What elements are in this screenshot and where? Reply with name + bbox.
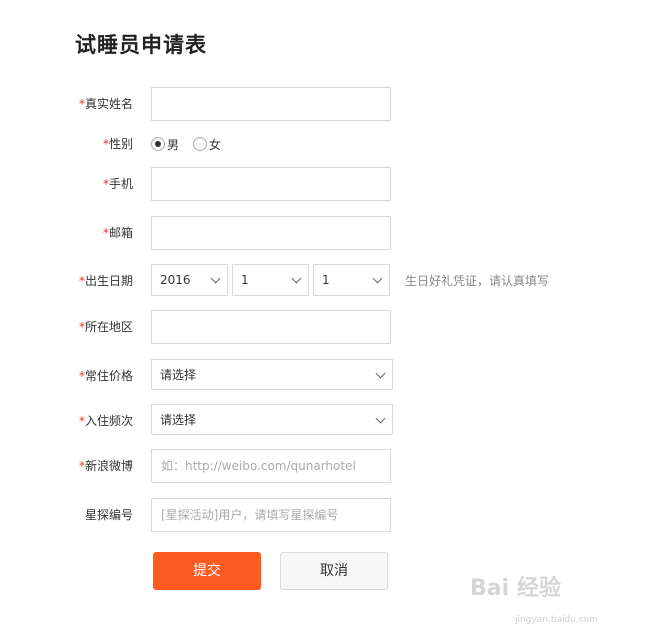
gender-radio-group: 男 女	[151, 127, 235, 161]
gender-option-male-label: 男	[167, 137, 180, 152]
weibo-row: *新浪微博 如：http://weibo.com/qunarhotel	[0, 449, 645, 483]
birthday-month-value: 1	[241, 273, 249, 287]
name-input[interactable]	[151, 87, 391, 121]
birthday-year-value: 2016	[160, 273, 191, 287]
birthday-label-text: 出生日期	[84, 274, 133, 288]
price-label: *常住价格	[79, 359, 133, 393]
gender-label-text: 性别	[108, 137, 133, 151]
phone-label: *手机	[103, 167, 133, 201]
gender-option-female-label: 女	[209, 137, 222, 152]
email-label: *邮箱	[103, 216, 133, 250]
star-id-placeholder: [星探活动]用户，请填写星探编号	[161, 508, 339, 522]
name-label: *真实姓名	[79, 87, 133, 121]
submit-button[interactable]: 提交	[153, 552, 261, 590]
radio-unchecked-icon[interactable]	[193, 137, 208, 151]
birthday-day-select[interactable]: 1	[313, 264, 390, 296]
phone-label-text: 手机	[108, 177, 133, 191]
price-select[interactable]: 请选择	[151, 359, 393, 390]
phone-row: *手机	[0, 167, 645, 201]
name-label-text: 真实姓名	[84, 97, 133, 111]
birthday-month-select[interactable]: 1	[232, 264, 309, 296]
frequency-select-value: 请选择	[160, 413, 197, 427]
chevron-down-icon	[291, 273, 302, 284]
email-row: *邮箱	[0, 216, 645, 250]
chevron-down-icon	[375, 368, 386, 379]
gender-option-male[interactable]: 男	[151, 136, 179, 153]
baidu-watermark-url: jingyan.baidu.com	[515, 615, 599, 625]
star-id-row: 星探编号 [星探活动]用户，请填写星探编号	[0, 498, 645, 532]
frequency-label: *入住频次	[79, 404, 133, 438]
email-label-text: 邮箱	[108, 226, 133, 240]
region-input[interactable]	[151, 310, 391, 344]
phone-input[interactable]	[151, 167, 391, 201]
price-label-text: 常住价格	[84, 369, 133, 383]
weibo-label: *新浪微博	[79, 449, 133, 483]
gender-option-female[interactable]: 女	[193, 136, 221, 153]
radio-checked-icon[interactable]	[151, 137, 165, 151]
gender-row: *性别 男 女	[0, 127, 645, 161]
price-row: *常住价格 请选择	[0, 359, 645, 393]
star-id-label: 星探编号	[84, 508, 133, 522]
name-row: *真实姓名	[0, 87, 645, 121]
weibo-input[interactable]: 如：http://weibo.com/qunarhotel	[151, 449, 391, 483]
email-input[interactable]	[151, 216, 391, 250]
frequency-row: *入住频次 请选择	[0, 404, 645, 438]
weibo-placeholder: 如：http://weibo.com/qunarhotel	[161, 459, 356, 473]
birthday-row: *出生日期 2016 1 1 生日好礼凭证，请认真填写	[0, 264, 645, 298]
star-id-input[interactable]: [星探活动]用户，请填写星探编号	[151, 498, 391, 532]
region-label-text: 所在地区	[84, 320, 133, 334]
cancel-button[interactable]: 取消	[280, 552, 388, 590]
weibo-label-text: 新浪微博	[84, 459, 133, 473]
chevron-down-icon	[375, 413, 386, 424]
birthday-day-value: 1	[322, 273, 330, 287]
region-label: *所在地区	[79, 310, 133, 344]
region-row: *所在地区	[0, 310, 645, 344]
chevron-down-icon	[372, 273, 383, 284]
form-title: 试睡员申请表	[75, 33, 207, 57]
price-select-value: 请选择	[160, 368, 197, 382]
birthday-year-select[interactable]: 2016	[151, 264, 228, 296]
birthday-label: *出生日期	[79, 264, 133, 298]
chevron-down-icon	[210, 273, 221, 284]
birthday-hint: 生日好礼凭证，请认真填写	[405, 274, 550, 288]
gender-label: *性别	[103, 127, 133, 161]
frequency-select[interactable]: 请选择	[151, 404, 393, 435]
baidu-watermark: Bai 经验	[470, 576, 561, 601]
frequency-label-text: 入住频次	[84, 414, 133, 428]
